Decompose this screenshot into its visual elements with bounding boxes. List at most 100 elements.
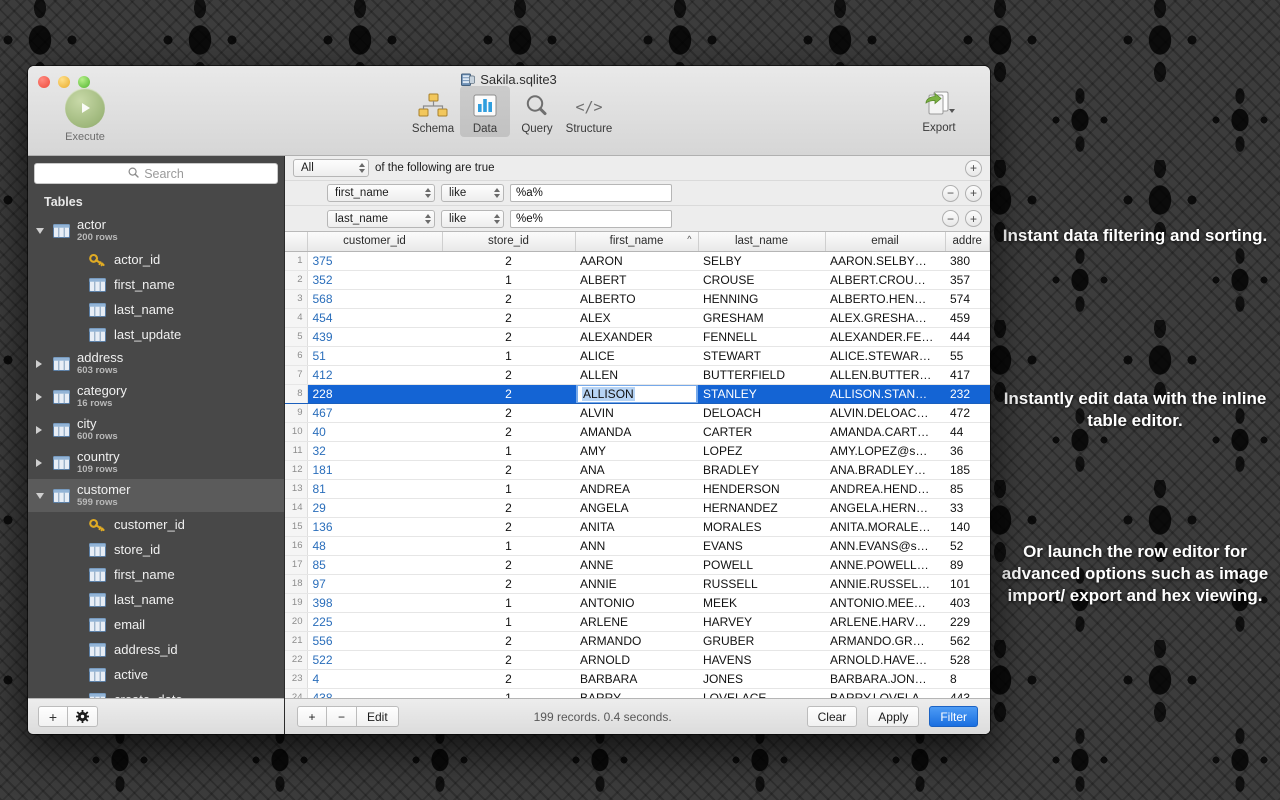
- cell-store-id[interactable]: 2: [442, 289, 575, 309]
- cell-store-id[interactable]: 2: [442, 251, 575, 271]
- cell-first-name[interactable]: ARMANDO: [575, 631, 698, 651]
- table-row[interactable]: 6 51 1 ALICE STEWART ALICE.STEWAR… 55: [285, 346, 990, 366]
- cell-first-name[interactable]: ALVIN: [575, 403, 698, 423]
- table-row[interactable]: 3 568 2 ALBERTO HENNING ALBERTO.HEN… 574: [285, 289, 990, 309]
- tree-column-first_name[interactable]: first_name: [28, 272, 284, 297]
- cell-email[interactable]: ANA.BRADLEY…: [825, 460, 945, 480]
- add-record-button[interactable]: +: [297, 706, 327, 727]
- apply-button[interactable]: Apply: [867, 706, 920, 727]
- remove-predicate-button[interactable]: −: [942, 184, 959, 202]
- cell-first-name[interactable]: ALBERTO: [575, 289, 698, 309]
- cell-address-id[interactable]: 574: [945, 289, 990, 309]
- cell-store-id[interactable]: 1: [442, 612, 575, 632]
- tree-table-address[interactable]: address 603 rows: [28, 347, 284, 380]
- cell-customer-id[interactable]: 467: [307, 403, 442, 423]
- cell-last-name[interactable]: HARVEY: [698, 612, 825, 632]
- table-row[interactable]: 1 375 2 AARON SELBY AARON.SELBY… 380: [285, 251, 990, 271]
- chevron-down-icon[interactable]: [36, 479, 50, 512]
- cell-customer-id[interactable]: 438: [307, 688, 442, 698]
- table-row[interactable]: 7 412 2 ALLEN BUTTERFIELD ALLEN.BUTTER… 417: [285, 365, 990, 385]
- tab-data[interactable]: Data: [460, 86, 510, 137]
- cell-address-id[interactable]: 140: [945, 517, 990, 537]
- cell-first-name[interactable]: ANA: [575, 460, 698, 480]
- cell-store-id[interactable]: 1: [442, 441, 575, 461]
- tab-schema[interactable]: Schema: [408, 86, 458, 137]
- cell-email[interactable]: BARRY.LOVELA…: [825, 688, 945, 698]
- cell-store-id[interactable]: 2: [442, 327, 575, 347]
- inline-edit-field[interactable]: ALLISON: [576, 384, 698, 402]
- grid-column-header-customer_id[interactable]: customer_id: [307, 232, 443, 252]
- table-row[interactable]: 20 225 1 ARLENE HARVEY ARLENE.HARV… 229: [285, 612, 990, 632]
- cell-store-id[interactable]: 1: [442, 346, 575, 366]
- tree-column-last_name[interactable]: last_name: [28, 587, 284, 612]
- cell-customer-id[interactable]: 81: [307, 479, 442, 499]
- table-row[interactable]: 4 454 2 ALEX GRESHAM ALEX.GRESHA… 459: [285, 308, 990, 328]
- cell-email[interactable]: ARLENE.HARV…: [825, 612, 945, 632]
- cell-customer-id[interactable]: 48: [307, 536, 442, 556]
- add-filter-group-button[interactable]: +: [965, 159, 982, 177]
- cell-customer-id[interactable]: 32: [307, 441, 442, 461]
- table-row[interactable]: 12 181 2 ANA BRADLEY ANA.BRADLEY… 185: [285, 460, 990, 480]
- cell-store-id[interactable]: 1: [442, 270, 575, 290]
- tree-table-country[interactable]: country 109 rows: [28, 446, 284, 479]
- cell-first-name[interactable]: AARON: [575, 251, 698, 271]
- cell-first-name[interactable]: ANNIE: [575, 574, 698, 594]
- table-row[interactable]: 9 467 2 ALVIN DELOACH ALVIN.DELOAC… 472: [285, 403, 990, 423]
- cell-store-id[interactable]: 2: [442, 631, 575, 651]
- cell-customer-id[interactable]: 4: [307, 669, 442, 689]
- cell-last-name[interactable]: LOVELACE: [698, 688, 825, 698]
- cell-store-id[interactable]: 1: [442, 479, 575, 499]
- cell-email[interactable]: ALICE.STEWAR…: [825, 346, 945, 366]
- cell-store-id[interactable]: 2: [442, 555, 575, 575]
- cell-address-id[interactable]: 85: [945, 479, 990, 499]
- cell-first-name[interactable]: BARBARA: [575, 669, 698, 689]
- table-row[interactable]: 21 556 2 ARMANDO GRUBER ARMANDO.GR… 562: [285, 631, 990, 651]
- cell-first-name[interactable]: ARNOLD: [575, 650, 698, 670]
- cell-address-id[interactable]: 472: [945, 403, 990, 423]
- cell-last-name[interactable]: BRADLEY: [698, 460, 825, 480]
- data-grid-wrap[interactable]: customer_id store_id first_name ^ last_name e…: [285, 232, 990, 698]
- cell-first-name-editing[interactable]: ALLISON: [575, 384, 698, 404]
- cell-customer-id[interactable]: 225: [307, 612, 442, 632]
- cell-address-id[interactable]: 380: [945, 251, 990, 271]
- chevron-right-icon[interactable]: [36, 413, 50, 446]
- cell-address-id[interactable]: 55: [945, 346, 990, 366]
- chevron-right-icon[interactable]: [36, 446, 50, 479]
- cell-customer-id[interactable]: 85: [307, 555, 442, 575]
- predicate-field-select[interactable]: first_name: [327, 184, 435, 202]
- cell-store-id[interactable]: 2: [442, 650, 575, 670]
- execute-button[interactable]: Execute: [56, 88, 114, 143]
- cell-first-name[interactable]: ANN: [575, 536, 698, 556]
- grid-column-header-last_name[interactable]: last_name: [698, 232, 826, 252]
- cell-address-id[interactable]: 403: [945, 593, 990, 613]
- cell-last-name[interactable]: JONES: [698, 669, 825, 689]
- table-row[interactable]: 23 4 2 BARBARA JONES BARBARA.JON… 8: [285, 669, 990, 689]
- table-tree[interactable]: Tables actor 200 rows actor_id first_name la…: [28, 190, 284, 698]
- add-table-button[interactable]: +: [38, 706, 68, 727]
- cell-first-name[interactable]: ARLENE: [575, 612, 698, 632]
- table-row[interactable]: 16 48 1 ANN EVANS ANN.EVANS@s… 52: [285, 536, 990, 556]
- cell-last-name[interactable]: EVANS: [698, 536, 825, 556]
- tab-structure[interactable]: </> Structure: [564, 86, 614, 137]
- clear-button[interactable]: Clear: [806, 706, 858, 727]
- cell-last-name[interactable]: CARTER: [698, 422, 825, 442]
- cell-email[interactable]: ANNE.POWELL…: [825, 555, 945, 575]
- cell-first-name[interactable]: ANNE: [575, 555, 698, 575]
- cell-store-id[interactable]: 1: [442, 593, 575, 613]
- add-predicate-button[interactable]: +: [965, 184, 982, 202]
- predicate-operator-select[interactable]: like: [441, 209, 504, 228]
- remove-predicate-button[interactable]: −: [942, 210, 959, 227]
- remove-record-button[interactable]: −: [327, 706, 357, 727]
- grid-column-header-store_id[interactable]: store_id: [442, 232, 576, 252]
- cell-customer-id[interactable]: 51: [307, 346, 442, 366]
- cell-address-id[interactable]: 357: [945, 270, 990, 290]
- cell-email[interactable]: ALEX.GRESHA…: [825, 308, 945, 328]
- edit-record-button[interactable]: Edit: [357, 706, 399, 727]
- cell-last-name[interactable]: MORALES: [698, 517, 825, 537]
- table-row[interactable]: 8 228 2 ALLISON STANLEY ALLISON.STAN… 232: [285, 384, 990, 404]
- tree-table-customer[interactable]: customer 599 rows: [28, 479, 284, 512]
- tree-table-actor[interactable]: actor 200 rows: [28, 214, 284, 247]
- tab-query[interactable]: Query: [512, 86, 562, 137]
- tree-column-last_name[interactable]: last_name: [28, 297, 284, 322]
- cell-store-id[interactable]: 2: [442, 669, 575, 689]
